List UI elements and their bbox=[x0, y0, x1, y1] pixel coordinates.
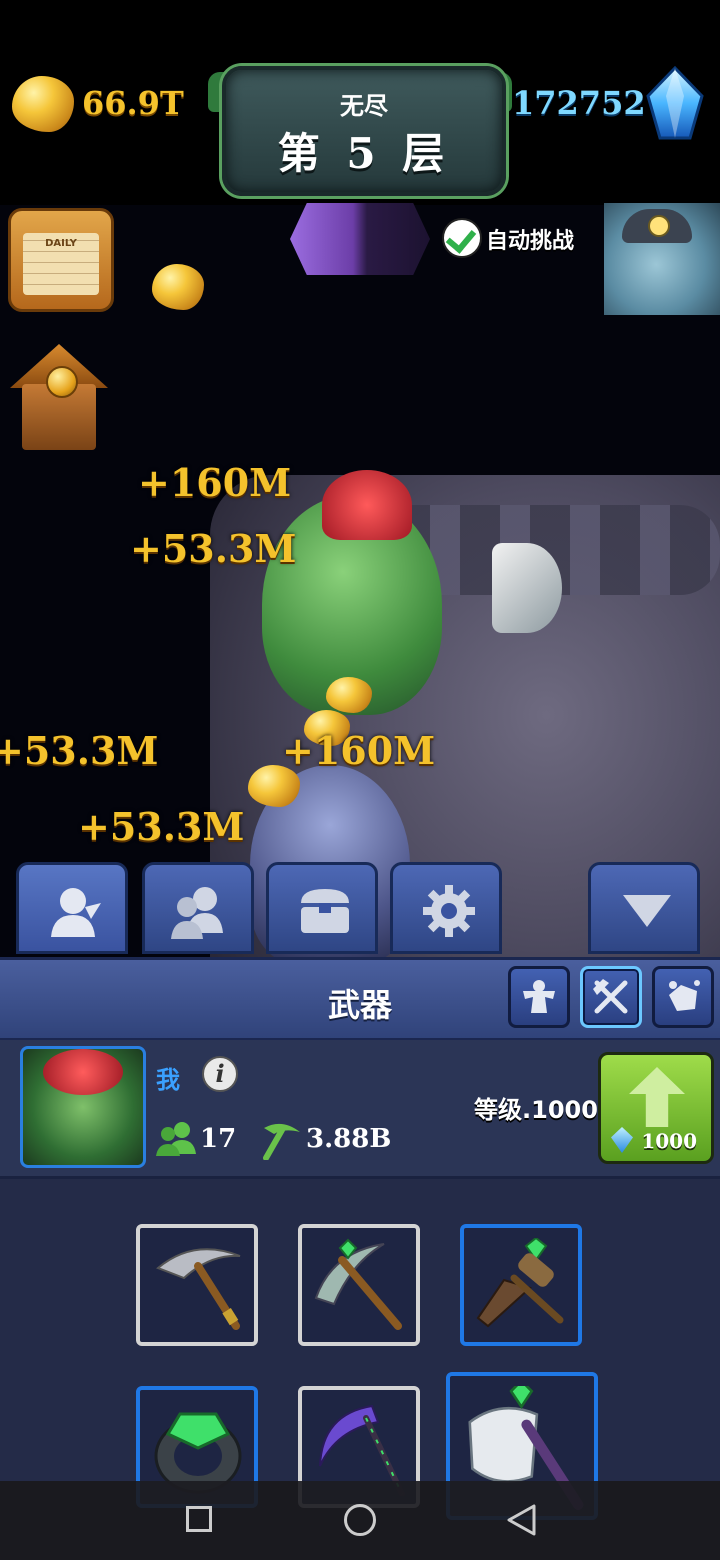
muscle-icon bbox=[523, 980, 555, 1013]
gem-icon bbox=[646, 66, 704, 140]
upgrade-button[interactable]: 1000 bbox=[598, 1052, 714, 1164]
miner-avatar-button[interactable] bbox=[604, 203, 720, 315]
group-icon bbox=[171, 887, 223, 939]
weapon-slot-iron-pickaxe[interactable] bbox=[136, 1224, 258, 1346]
calendar-label: DAILY bbox=[45, 238, 77, 249]
info-button[interactable]: i bbox=[202, 1056, 238, 1092]
gold-amount: 66.9T bbox=[82, 84, 184, 122]
gear-icon bbox=[423, 885, 475, 937]
player-portrait[interactable] bbox=[20, 1046, 146, 1168]
damage-popup: +160M bbox=[138, 460, 292, 505]
emerald-drill-icon bbox=[476, 1238, 564, 1328]
gold-icon bbox=[12, 76, 74, 132]
recents-button[interactable] bbox=[186, 1506, 212, 1532]
damage-popup: +53.3M bbox=[0, 728, 159, 773]
level-label: 等级.1000 bbox=[474, 1096, 598, 1124]
iron-pickaxe-icon bbox=[156, 1248, 241, 1330]
panel-title: 武器 bbox=[327, 986, 392, 1024]
damage-popup: +53.3M bbox=[130, 526, 297, 571]
floor-label: 第 5 层 bbox=[277, 129, 451, 178]
emerald-pickaxe-icon bbox=[314, 1238, 402, 1330]
person-icon bbox=[51, 888, 101, 937]
tab-companions[interactable] bbox=[142, 862, 254, 954]
panel-tab-ores[interactable] bbox=[652, 966, 714, 1028]
gem-icon bbox=[611, 1127, 633, 1153]
coin-icon bbox=[46, 366, 78, 398]
top-bar: 66.9T 无尽 第 5 层 172752 bbox=[0, 0, 720, 205]
weapon-slot-emerald-pickaxe[interactable] bbox=[298, 1224, 420, 1346]
check-icon bbox=[442, 218, 482, 258]
tab-chest[interactable] bbox=[266, 862, 378, 954]
panel-tab-strength[interactable] bbox=[508, 966, 570, 1028]
weapon-slot-emerald-drill[interactable] bbox=[460, 1224, 582, 1346]
followers-count: 17 bbox=[200, 1124, 237, 1154]
game-scene[interactable] bbox=[0, 205, 720, 965]
troll-axe bbox=[492, 543, 562, 633]
gem-amount: 172752 bbox=[512, 84, 646, 122]
followers-icon bbox=[156, 1122, 196, 1156]
auto-challenge-label: 自动挑战 bbox=[486, 229, 575, 254]
mode-label: 无尽 bbox=[340, 92, 388, 120]
ore-icon bbox=[669, 980, 700, 1011]
daily-calendar-button[interactable]: DAILY bbox=[8, 208, 114, 312]
home-button[interactable] bbox=[344, 1504, 376, 1536]
upgrade-cost: 1000 bbox=[641, 1129, 697, 1153]
pickaxe-icon bbox=[263, 1123, 300, 1160]
crystal-boost-button[interactable] bbox=[290, 203, 430, 275]
tab-settings[interactable] bbox=[390, 862, 502, 954]
panel-tab-weapons[interactable] bbox=[580, 966, 642, 1028]
gold-drop[interactable] bbox=[152, 264, 204, 310]
lamp-icon bbox=[648, 215, 670, 237]
damage-popup: +160M bbox=[282, 728, 436, 773]
crossed-tools-icon bbox=[593, 979, 628, 1014]
shop-button[interactable] bbox=[10, 344, 108, 456]
tab-collapse[interactable] bbox=[588, 862, 700, 954]
triangle-down-icon bbox=[623, 895, 671, 927]
player-name: 我 bbox=[156, 1066, 180, 1094]
damage-popup: +53.3M bbox=[78, 804, 245, 849]
mining-power: 3.88B bbox=[306, 1124, 392, 1154]
chest-icon bbox=[301, 889, 349, 933]
troll-hair bbox=[322, 470, 412, 540]
portrait-hair bbox=[43, 1049, 123, 1095]
floor-sign: 无尽 第 5 层 bbox=[222, 66, 506, 196]
gold-drop[interactable] bbox=[326, 677, 372, 713]
tab-hero[interactable] bbox=[16, 862, 128, 954]
up-arrow-icon bbox=[629, 1067, 685, 1127]
back-button[interactable] bbox=[506, 1504, 536, 1536]
